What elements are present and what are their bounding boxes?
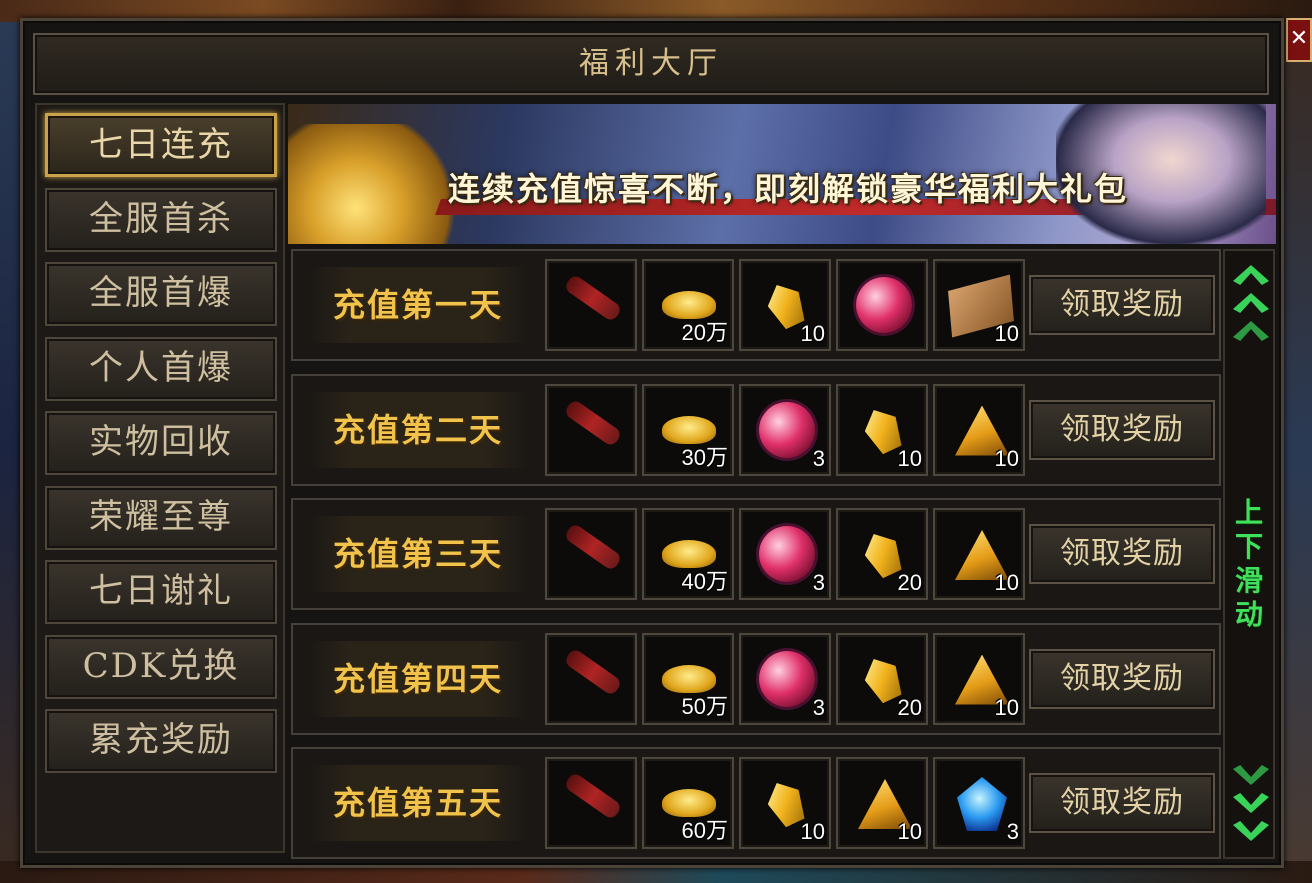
item-quantity: 60万 [681,818,728,843]
reward-item-slot[interactable]: 3 [933,757,1025,849]
sidebar-item[interactable]: 实物回收 [45,411,277,475]
chevron-down-icon [1233,793,1269,813]
claim-reward-button[interactable]: 领取奖励 [1029,275,1215,335]
sidebar-item[interactable]: 荣耀至尊 [45,485,277,550]
scroll-hint-label: 上下滑动 [1234,496,1263,631]
sidebar-item[interactable]: CDK兑换 [45,634,277,699]
reward-item-slot[interactable]: 10 [836,383,928,476]
reward-item-slot[interactable] [836,259,928,351]
reward-item-slot[interactable]: 30万 [642,383,734,476]
row-day-label: 充值第三天 [307,516,529,592]
reward-row: 充值第一天 20万 10 10 领取奖励 [291,249,1221,361]
welfare-hall-panel: 福利大厅 七日连充全服首杀全服首爆个人首爆实物回收荣耀至尊七日谢礼 CDK兑换累充… [20,18,1284,868]
reward-item-slot[interactable]: 10 [739,757,831,849]
banner-slogan: 连续充值惊喜不断，即刻解锁豪华福利大礼包 [448,170,1129,208]
item-quantity: 40万 [681,569,728,594]
reward-item-slot[interactable] [545,757,637,849]
reward-item-slot[interactable]: 20 [836,508,928,600]
sidebar-menu: 七日连充全服首杀全服首爆个人首爆实物回收荣耀至尊七日谢礼 CDK兑换累充奖励 [35,103,285,853]
scroll-hint[interactable]: 上下滑动 [1223,249,1275,859]
red-orb-icon [759,650,815,707]
reward-row: 充值第二天 30万 3 10 10 领取奖励 [291,373,1221,486]
row-day-label: 充值第四天 [307,640,529,717]
item-quantity: 20 [897,694,922,720]
reward-item-slot[interactable] [545,632,637,725]
item-quantity: 10 [994,570,1019,595]
claim-reward-button[interactable]: 领取奖励 [1029,648,1215,709]
item-quantity: 3 [812,694,825,720]
item-quantity: 10 [897,819,922,844]
reward-item-slot[interactable] [545,508,637,600]
reward-item-slot[interactable]: 20万 [642,259,734,351]
item-quantity: 3 [1006,819,1019,844]
sidebar-item[interactable]: 全服首杀 [45,187,277,252]
item-quantity: 10 [994,321,1019,346]
sidebar-item[interactable]: 累充奖励 [45,709,277,773]
scroll-icon [563,397,623,448]
red-orb-icon [759,401,815,458]
claim-reward-button[interactable]: 领取奖励 [1029,773,1215,833]
chevron-down-icon [1233,821,1269,841]
reward-item-slot[interactable]: 50万 [642,632,734,725]
scroll-icon [563,771,623,821]
red-orb-icon [759,526,815,582]
reward-item-slot[interactable]: 10 [836,757,928,849]
reward-item-slot[interactable]: 40万 [642,508,734,600]
item-quantity: 10 [800,819,825,844]
sidebar-item[interactable]: 全服首爆 [45,262,277,326]
reward-item-slot[interactable]: 10 [933,632,1025,725]
item-quantity: 20万 [681,320,728,345]
item-quantity: 10 [800,321,825,346]
reward-row: 充值第三天 40万 3 20 10 领取奖励 [291,498,1221,610]
promo-banner: 连续充值惊喜不断，即刻解锁豪华福利大礼包 [288,104,1276,244]
claim-reward-button[interactable]: 领取奖励 [1029,524,1215,584]
chevron-up-icon [1233,293,1269,313]
item-quantity: 10 [994,445,1019,471]
claim-reward-button[interactable]: 领取奖励 [1029,399,1215,460]
item-quantity: 10 [897,445,922,471]
reward-item-slot[interactable]: 10 [933,383,1025,476]
reward-item-slot[interactable]: 3 [739,632,831,725]
item-quantity: 10 [994,694,1019,720]
item-quantity: 30万 [681,444,728,470]
reward-item-slot[interactable]: 10 [933,508,1025,600]
reward-row: 充值第五天 60万 10 10 3 领取奖励 [291,747,1221,859]
item-quantity: 3 [812,570,825,595]
row-day-label: 充值第二天 [307,391,529,468]
scroll-icon [563,646,623,697]
sidebar-item[interactable]: 七日谢礼 [45,560,277,624]
row-day-label: 充值第五天 [307,765,529,841]
blue-gem-icon [957,777,1007,831]
item-quantity: 50万 [681,693,728,719]
chevron-up-icon [1233,321,1269,341]
reward-item-slot[interactable]: 3 [739,508,831,600]
game-background-left [0,22,22,883]
close-icon[interactable]: ✕ [1286,18,1312,62]
sidebar-item[interactable]: 个人首爆 [45,336,277,401]
reward-item-slot[interactable]: 20 [836,632,928,725]
row-day-label: 充值第一天 [307,267,529,343]
item-quantity: 3 [812,445,825,471]
panel-title: 福利大厅 [579,46,723,81]
reward-item-slot[interactable] [545,383,637,476]
chevron-up-icon [1233,265,1269,285]
reward-item-slot[interactable]: 10 [739,259,831,351]
reward-item-slot[interactable]: 60万 [642,757,734,849]
reward-item-slot[interactable]: 3 [739,383,831,476]
chevron-down-icon [1233,765,1269,785]
title-bar: 福利大厅 [33,33,1269,95]
gold-pile-icon [288,124,458,244]
reward-item-slot[interactable] [545,259,637,351]
game-background-right [1282,22,1312,883]
sidebar-item[interactable]: 七日连充 [45,113,277,177]
scroll-icon [563,273,623,323]
scroll-hint-text: 上下滑动 [1225,496,1273,632]
item-quantity: 20 [897,570,922,595]
scroll-icon [563,522,623,572]
red-orb-icon [856,277,912,333]
reward-row: 充值第四天 50万 3 20 10 领取奖励 [291,622,1221,735]
reward-item-slot[interactable]: 10 [933,259,1025,351]
